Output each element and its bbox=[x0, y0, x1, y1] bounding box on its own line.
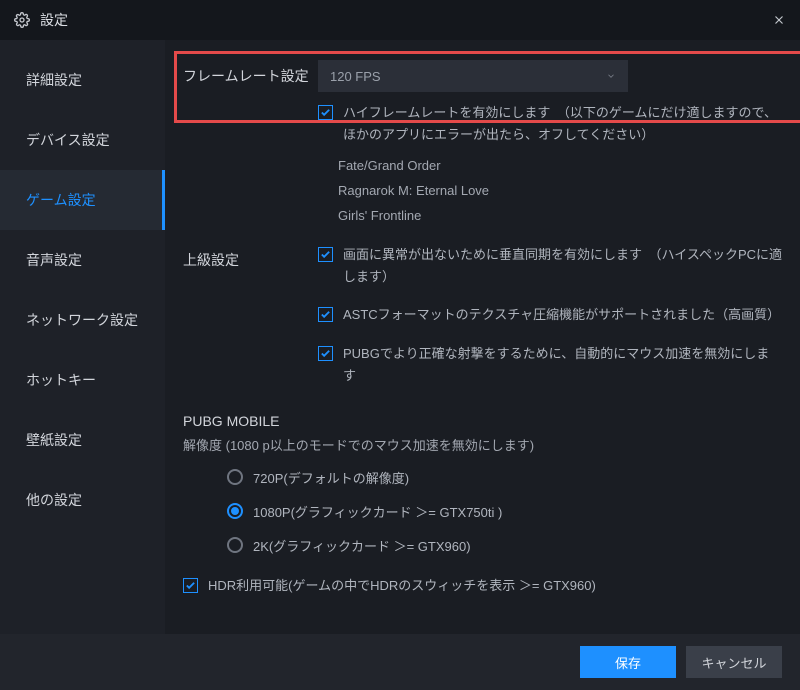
pubg-mouse-checkbox[interactable] bbox=[318, 346, 333, 361]
radio-icon bbox=[227, 469, 243, 485]
check-icon bbox=[320, 309, 331, 320]
close-icon[interactable] bbox=[772, 13, 786, 27]
radio-label: 720P(デフォルトの解像度) bbox=[253, 468, 409, 487]
sidebar: 詳細設定 デバイス設定 ゲーム設定 音声設定 ネットワーク設定 ホットキー 壁紙… bbox=[0, 40, 165, 634]
radio-label: 1080P(グラフィックカード ＞= GTX750ti ) bbox=[253, 502, 502, 521]
sidebar-item-wallpaper[interactable]: 壁紙設定 bbox=[0, 410, 165, 470]
sidebar-item-label: 音声設定 bbox=[26, 250, 82, 270]
hdr-text: HDR利用可能(ゲームの中でHDRのスウィッチを表示 ＞= GTX960) bbox=[208, 575, 782, 597]
astc-text: ASTCフォーマットのテクスチャ圧縮機能がサポートされました（高画質） bbox=[343, 304, 782, 326]
sidebar-item-label: ゲーム設定 bbox=[26, 190, 96, 210]
game-item: Fate/Grand Order bbox=[338, 154, 782, 179]
resolution-1080p[interactable]: 1080P(グラフィックカード ＞= GTX750ti ) bbox=[227, 502, 782, 521]
check-icon bbox=[320, 249, 331, 260]
high-fps-checkbox[interactable] bbox=[318, 105, 333, 120]
radio-label: 2K(グラフィックカード ＞= GTX960) bbox=[253, 536, 471, 555]
vsync-checkbox[interactable] bbox=[318, 247, 333, 262]
sidebar-item-device[interactable]: デバイス設定 bbox=[0, 110, 165, 170]
game-list: Fate/Grand Order Ragnarok M: Eternal Lov… bbox=[338, 154, 782, 228]
sidebar-item-label: 他の設定 bbox=[26, 490, 82, 510]
pubg-mouse-text: PUBGでより正確な射撃をするために、自動的にマウス加速を無効にします bbox=[343, 343, 782, 387]
footer: 保存 キャンセル bbox=[0, 634, 800, 690]
radio-icon bbox=[227, 537, 243, 553]
sidebar-item-label: デバイス設定 bbox=[26, 130, 110, 150]
sidebar-item-label: 詳細設定 bbox=[26, 70, 82, 90]
framerate-label: フレームレート設定 bbox=[183, 60, 318, 87]
gear-icon bbox=[14, 12, 30, 28]
sidebar-item-other[interactable]: 他の設定 bbox=[0, 470, 165, 530]
sidebar-item-audio[interactable]: 音声設定 bbox=[0, 230, 165, 290]
chevron-down-icon bbox=[606, 71, 616, 81]
pubg-note: 解像度 (1080 p以上のモードでのマウス加速を無効にします) bbox=[183, 435, 782, 454]
sidebar-item-label: ホットキー bbox=[26, 370, 96, 390]
titlebar: 設定 bbox=[0, 0, 800, 40]
game-item: Girls' Frontline bbox=[338, 204, 782, 229]
game-item: Ragnarok M: Eternal Love bbox=[338, 179, 782, 204]
sidebar-item-label: 壁紙設定 bbox=[26, 430, 82, 450]
framerate-value: 120 FPS bbox=[330, 69, 381, 84]
framerate-select[interactable]: 120 FPS bbox=[318, 60, 628, 92]
cancel-button[interactable]: キャンセル bbox=[686, 646, 782, 678]
sidebar-item-hotkey[interactable]: ホットキー bbox=[0, 350, 165, 410]
astc-checkbox[interactable] bbox=[318, 307, 333, 322]
sidebar-item-detail[interactable]: 詳細設定 bbox=[0, 50, 165, 110]
radio-icon bbox=[227, 503, 243, 519]
sidebar-item-network[interactable]: ネットワーク設定 bbox=[0, 290, 165, 350]
resolution-2k[interactable]: 2K(グラフィックカード ＞= GTX960) bbox=[227, 536, 782, 555]
save-button[interactable]: 保存 bbox=[580, 646, 676, 678]
high-fps-text: ハイフレームレートを有効にします （以下のゲームにだけ適しますので、ほかのアプリ… bbox=[343, 102, 782, 146]
advanced-label: 上級設定 bbox=[183, 244, 318, 271]
sidebar-item-label: ネットワーク設定 bbox=[26, 310, 138, 330]
sidebar-item-game[interactable]: ゲーム設定 bbox=[0, 170, 165, 230]
check-icon bbox=[185, 580, 196, 591]
pubg-title: PUBG MOBILE bbox=[183, 413, 782, 429]
content: フレームレート設定 120 FPS ハイフレームレートを有効にします （以下のゲ… bbox=[165, 40, 800, 634]
resolution-720p[interactable]: 720P(デフォルトの解像度) bbox=[227, 468, 782, 487]
vsync-text: 画面に異常が出ないために垂直同期を有効にします （ハイスペックPCに適します） bbox=[343, 244, 782, 288]
window-title: 設定 bbox=[40, 10, 68, 30]
check-icon bbox=[320, 107, 331, 118]
hdr-checkbox[interactable] bbox=[183, 578, 198, 593]
check-icon bbox=[320, 348, 331, 359]
